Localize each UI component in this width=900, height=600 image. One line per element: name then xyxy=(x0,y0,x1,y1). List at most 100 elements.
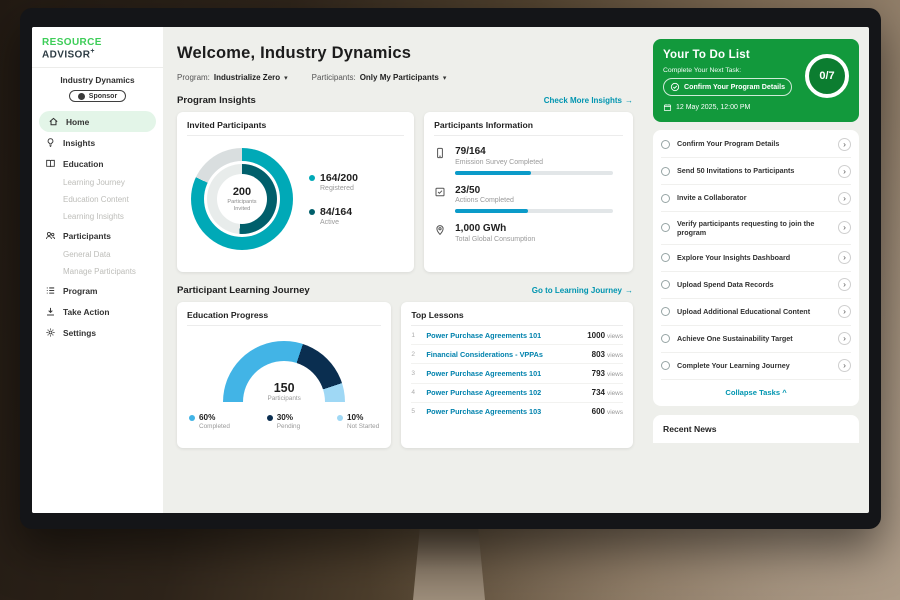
app-logo: RESOURCE ADVISOR+ xyxy=(32,35,163,68)
views-count: 1000 xyxy=(587,331,605,340)
sidebar-item-label: Insights xyxy=(63,138,95,148)
lesson-views: 803views xyxy=(592,350,623,359)
collapse-tasks-button[interactable]: Collapse Tasks ^ xyxy=(661,380,851,405)
sidebar-item-education[interactable]: Education xyxy=(32,153,163,174)
chevron-right-icon[interactable]: › xyxy=(838,332,851,345)
task-row-send-invitations[interactable]: Send 50 Invitations to Participants › xyxy=(661,158,851,185)
not-started-label: Not Started xyxy=(347,423,379,430)
sidebar-item-general-data[interactable]: General Data xyxy=(32,246,163,263)
lesson-link[interactable]: Power Purchase Agreements 101 xyxy=(426,369,584,378)
sidebar-item-learning-journey[interactable]: Learning Journey xyxy=(32,174,163,191)
lesson-row-1[interactable]: 1 Power Purchase Agreements 101 1000view… xyxy=(411,326,623,345)
task-row-complete-learning-journey[interactable]: Complete Your Learning Journey › xyxy=(661,353,851,380)
chevron-right-icon[interactable]: › xyxy=(838,192,851,205)
chevron-down-icon: ▾ xyxy=(443,74,447,82)
sidebar-item-education-content[interactable]: Education Content xyxy=(32,191,163,208)
task-row-upload-spend-data[interactable]: Upload Spend Data Records › xyxy=(661,272,851,299)
sidebar-item-learning-insights[interactable]: Learning Insights xyxy=(32,208,163,225)
task-checkbox[interactable] xyxy=(661,361,670,370)
lesson-row-3[interactable]: 3 Power Purchase Agreements 101 793views xyxy=(411,364,623,383)
sidebar-item-participants[interactable]: Participants xyxy=(32,225,163,246)
task-row-invite-collaborator[interactable]: Invite a Collaborator › xyxy=(661,185,851,212)
legend-item-active: 84/164 Active xyxy=(309,206,358,226)
go-to-learning-journey-link[interactable]: Go to Learning Journey → xyxy=(532,286,633,295)
participants-filter-label: Participants: xyxy=(312,73,356,82)
task-label: Complete Your Learning Journey xyxy=(677,361,831,370)
lesson-rank: 5 xyxy=(411,408,419,415)
chevron-right-icon[interactable]: › xyxy=(838,278,851,291)
task-label: Send 50 Invitations to Participants xyxy=(677,166,831,175)
task-checkbox[interactable] xyxy=(661,334,670,343)
dashboard-screen: RESOURCE ADVISOR+ Industry Dynamics Spon… xyxy=(32,27,869,513)
chevron-right-icon[interactable]: › xyxy=(838,251,851,264)
section-title-program-insights: Program Insights xyxy=(177,95,256,106)
task-checkbox[interactable] xyxy=(661,194,670,203)
emission-survey-label: Emission Survey Completed xyxy=(455,159,623,166)
calendar-icon xyxy=(663,103,672,112)
task-checkbox[interactable] xyxy=(661,253,670,262)
task-checkbox[interactable] xyxy=(661,167,670,176)
program-filter[interactable]: Program: Industrialize Zero ▾ xyxy=(177,73,288,82)
download-icon xyxy=(44,306,56,318)
invited-donut-center: 200 Participants Invited xyxy=(217,174,267,224)
invited-donut-chart: 200 Participants Invited xyxy=(191,148,293,250)
next-task-date: 12 May 2025, 12:00 PM xyxy=(663,103,849,112)
sidebar-item-home[interactable]: Home xyxy=(39,111,156,132)
legend-item-completed: 60% Completed xyxy=(189,413,230,430)
check-more-insights-link[interactable]: Check More Insights → xyxy=(544,96,633,105)
task-row-confirm-program[interactable]: Confirm Your Program Details › xyxy=(661,131,851,158)
lesson-link[interactable]: Power Purchase Agreements 101 xyxy=(426,331,580,340)
task-row-explore-insights[interactable]: Explore Your Insights Dashboard › xyxy=(661,245,851,272)
gear-icon xyxy=(44,327,56,339)
chevron-right-icon[interactable]: › xyxy=(838,165,851,178)
todo-progress-value: 0/7 xyxy=(819,70,834,82)
lesson-link[interactable]: Financial Considerations - VPPAs xyxy=(426,350,584,359)
sidebar-item-take-action[interactable]: Take Action xyxy=(32,301,163,322)
task-row-upload-educational-content[interactable]: Upload Additional Educational Content › xyxy=(661,299,851,326)
chevron-right-icon[interactable]: › xyxy=(838,359,851,372)
next-task-chip[interactable]: Confirm Your Program Details xyxy=(663,78,792,96)
sidebar-item-insights[interactable]: Insights xyxy=(32,132,163,153)
recent-news-header[interactable]: Recent News xyxy=(653,415,859,443)
lesson-row-2[interactable]: 2 Financial Considerations - VPPAs 803vi… xyxy=(411,345,623,364)
education-total-label: Participants xyxy=(223,395,345,402)
top-lessons-card: Top Lessons 1 Power Purchase Agreements … xyxy=(401,302,633,448)
emission-survey-progress-track xyxy=(455,171,613,175)
link-label: Go to Learning Journey xyxy=(532,286,622,295)
task-checkbox[interactable] xyxy=(661,307,670,316)
chevron-right-icon[interactable]: › xyxy=(838,221,851,234)
chevron-right-icon[interactable]: › xyxy=(838,138,851,151)
task-checkbox[interactable] xyxy=(661,140,670,149)
sidebar-item-program[interactable]: Program xyxy=(32,280,163,301)
chevron-right-icon[interactable]: › xyxy=(838,305,851,318)
sidebar-item-label: General Data xyxy=(63,250,111,259)
lesson-row-4[interactable]: 4 Power Purchase Agreements 102 734views xyxy=(411,384,623,403)
lesson-link[interactable]: Power Purchase Agreements 103 xyxy=(426,407,584,416)
insights-cards-row: Invited Participants 200 Participants In… xyxy=(177,112,633,272)
lesson-link[interactable]: Power Purchase Agreements 102 xyxy=(426,388,584,397)
sponsor-label: Sponsor xyxy=(89,93,117,100)
lesson-rank: 4 xyxy=(411,389,419,396)
lesson-rank: 2 xyxy=(411,351,419,358)
task-row-verify-participants[interactable]: Verify participants requesting to join t… xyxy=(661,212,851,245)
task-row-achieve-target[interactable]: Achieve One Sustainability Target › xyxy=(661,326,851,353)
sidebar-item-label: Learning Insights xyxy=(63,212,124,221)
task-checkbox[interactable] xyxy=(661,223,670,232)
registered-value: 164/200 xyxy=(320,172,358,184)
arrow-right-icon: → xyxy=(625,286,633,295)
logo-plus: + xyxy=(90,48,95,55)
task-checkbox[interactable] xyxy=(661,280,670,289)
page-title: Welcome, Industry Dynamics xyxy=(177,44,633,63)
participants-filter[interactable]: Participants: Only My Participants ▾ xyxy=(312,73,447,82)
collapse-label: Collapse Tasks xyxy=(725,388,780,397)
home-icon xyxy=(47,116,59,128)
monitor-stand xyxy=(413,524,485,600)
main-content: Welcome, Industry Dynamics Program: Indu… xyxy=(163,27,647,513)
consumption-row: 1,000 GWh Total Global Consumption xyxy=(434,223,623,243)
actions-completed-label: Actions Completed xyxy=(455,197,623,204)
sidebar-item-manage-participants[interactable]: Manage Participants xyxy=(32,263,163,280)
lesson-row-5[interactable]: 5 Power Purchase Agreements 103 600views xyxy=(411,403,623,421)
sidebar-item-settings[interactable]: Settings xyxy=(32,322,163,343)
task-label: Verify participants requesting to join t… xyxy=(677,219,831,238)
views-count: 793 xyxy=(592,369,605,378)
